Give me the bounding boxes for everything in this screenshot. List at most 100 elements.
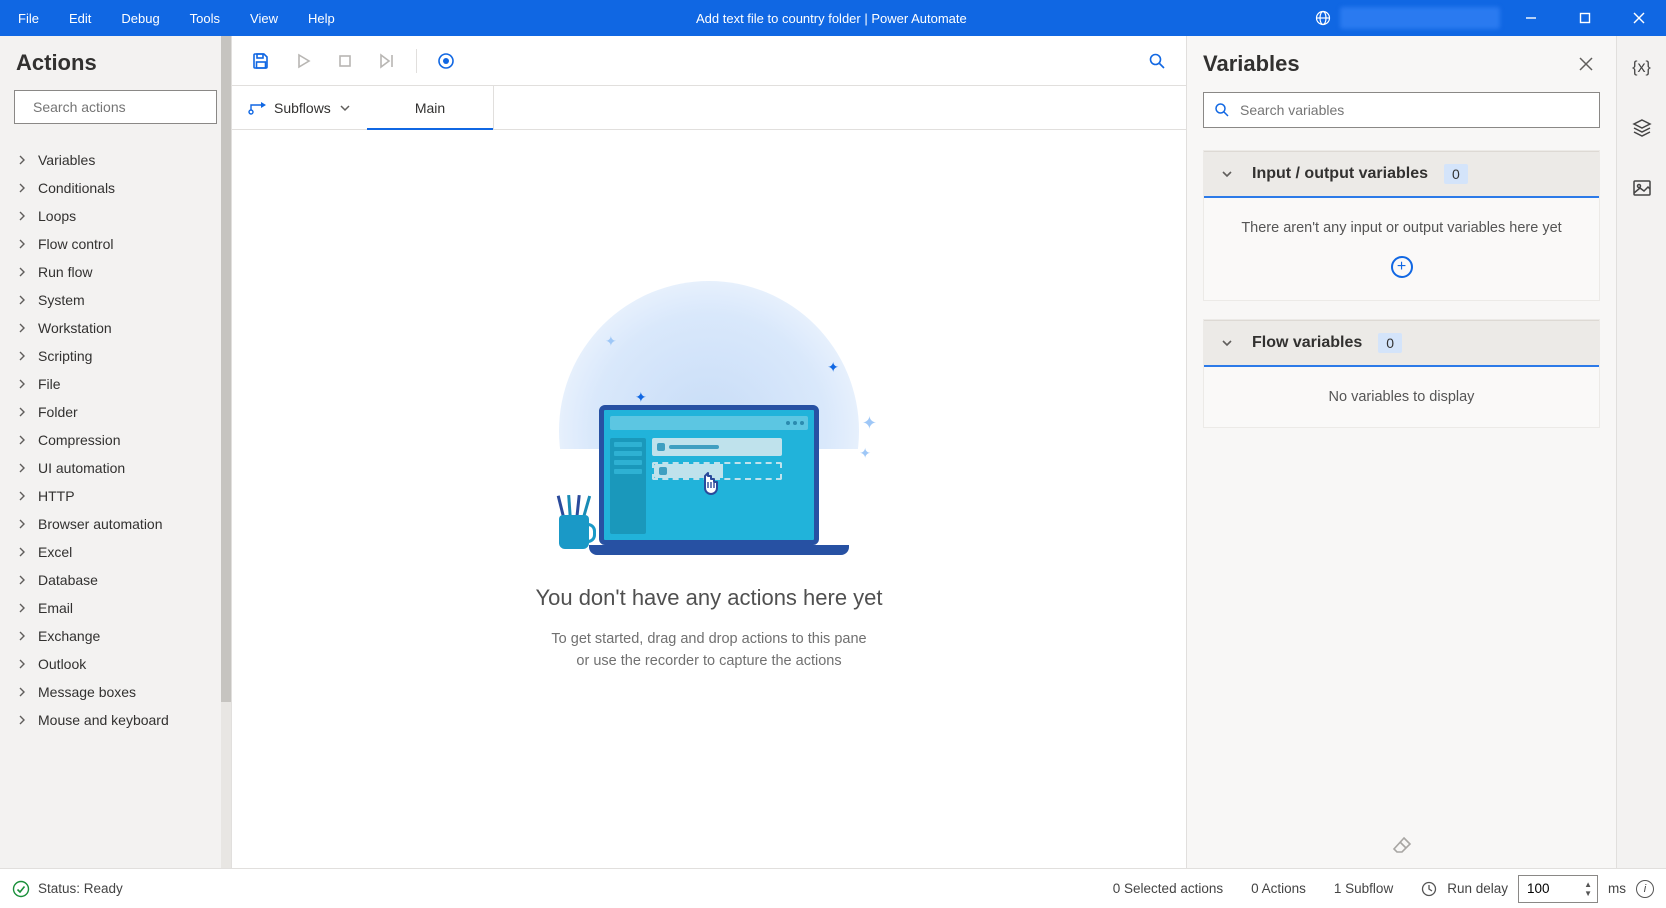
step-button[interactable] (370, 44, 404, 78)
actions-search-input[interactable] (33, 99, 214, 115)
action-category[interactable]: Browser automation (14, 510, 217, 538)
chevron-right-icon (16, 211, 28, 221)
action-category-label: UI automation (38, 460, 125, 476)
action-category-label: Mouse and keyboard (38, 712, 169, 728)
toolbar (232, 36, 1186, 86)
menu-tools[interactable]: Tools (176, 5, 234, 32)
action-category[interactable]: Message boxes (14, 678, 217, 706)
chevron-right-icon (16, 463, 28, 473)
maximize-button[interactable] (1562, 0, 1608, 36)
chevron-right-icon (16, 603, 28, 613)
add-io-variable-button[interactable]: + (1391, 256, 1413, 278)
menu-edit[interactable]: Edit (55, 5, 105, 32)
menu-file[interactable]: File (4, 5, 53, 32)
chevron-down-icon (1220, 167, 1236, 181)
chevron-down-icon (1220, 336, 1236, 350)
action-category-label: Outlook (38, 656, 86, 672)
status-ok-icon (12, 880, 30, 898)
action-category[interactable]: UI automation (14, 454, 217, 482)
action-category[interactable]: Compression (14, 426, 217, 454)
menu-view[interactable]: View (236, 5, 292, 32)
variables-search[interactable] (1203, 92, 1600, 128)
chevron-right-icon (16, 351, 28, 361)
search-flow-button[interactable] (1140, 44, 1174, 78)
status-text: Status: Ready (38, 881, 123, 896)
run-delay-label: Run delay (1447, 881, 1508, 896)
action-category-label: Browser automation (38, 516, 163, 532)
info-icon[interactable]: i (1636, 880, 1654, 898)
run-delay-input[interactable]: ▲▼ (1518, 875, 1598, 903)
chevron-right-icon (16, 155, 28, 165)
close-variables-button[interactable] (1572, 50, 1600, 78)
globe-icon[interactable] (1314, 9, 1332, 27)
action-category-label: Workstation (38, 320, 112, 336)
action-category[interactable]: Exchange (14, 622, 217, 650)
save-button[interactable] (244, 44, 278, 78)
chevron-down-icon (339, 102, 351, 114)
action-category[interactable]: Scripting (14, 342, 217, 370)
canvas[interactable]: ✦✦✦✦✦ (232, 130, 1186, 868)
action-category-label: Scripting (38, 348, 92, 364)
close-button[interactable] (1616, 0, 1662, 36)
io-variables-header[interactable]: Input / output variables 0 (1204, 151, 1599, 198)
io-variables-count: 0 (1444, 164, 1468, 184)
action-category[interactable]: HTTP (14, 482, 217, 510)
chevron-right-icon (16, 239, 28, 249)
minimize-button[interactable] (1508, 0, 1554, 36)
chevron-right-icon (16, 407, 28, 417)
flow-variables-header[interactable]: Flow variables 0 (1204, 320, 1599, 367)
action-category[interactable]: System (14, 286, 217, 314)
account-info[interactable] (1340, 7, 1500, 29)
chevron-right-icon (16, 575, 28, 585)
chevron-right-icon (16, 659, 28, 669)
action-category[interactable]: Email (14, 594, 217, 622)
menubar: File Edit Debug Tools View Help (4, 5, 349, 32)
tab-main[interactable]: Main (367, 86, 494, 129)
subflows-icon (248, 101, 266, 115)
action-category[interactable]: Workstation (14, 314, 217, 342)
flow-empty-text: No variables to display (1216, 389, 1587, 405)
variables-rail-button[interactable]: {x} (1624, 50, 1660, 86)
action-category[interactable]: File (14, 370, 217, 398)
action-category[interactable]: Outlook (14, 650, 217, 678)
action-category-label: Email (38, 600, 73, 616)
subflows-dropdown[interactable]: Subflows (232, 86, 367, 129)
action-category-label: System (38, 292, 85, 308)
action-category-label: Conditionals (38, 180, 115, 196)
actions-search[interactable] (14, 90, 217, 124)
run-delay-value[interactable] (1527, 881, 1571, 896)
action-category[interactable]: Database (14, 566, 217, 594)
flow-variables-count: 0 (1378, 333, 1402, 353)
variables-panel: Variables Input / output variables 0 The… (1186, 36, 1616, 868)
actions-list[interactable]: Variables Conditionals LoopsFlow controlRu… (14, 146, 217, 868)
scrollbar[interactable] (221, 36, 231, 868)
layers-rail-button[interactable] (1624, 110, 1660, 146)
action-category-label: Folder (38, 404, 78, 420)
chevron-right-icon (16, 547, 28, 557)
empty-title: You don't have any actions here yet (535, 585, 882, 611)
action-category[interactable]: Flow control (14, 230, 217, 258)
action-category[interactable]: Folder (14, 398, 217, 426)
stop-button[interactable] (328, 44, 362, 78)
action-category-label: Database (38, 572, 98, 588)
clear-button[interactable] (1392, 836, 1412, 854)
selected-actions-count: 0 Selected actions (1113, 881, 1223, 896)
menu-help[interactable]: Help (294, 5, 349, 32)
tabbar: Subflows Main (232, 86, 1186, 130)
action-category[interactable]: Run flow (14, 258, 217, 286)
delay-up[interactable]: ▲ (1581, 880, 1595, 889)
action-category[interactable]: Conditionals (14, 174, 217, 202)
variables-search-input[interactable] (1240, 102, 1589, 118)
recorder-button[interactable] (429, 44, 463, 78)
run-button[interactable] (286, 44, 320, 78)
action-category[interactable]: Loops (14, 202, 217, 230)
images-rail-button[interactable] (1624, 170, 1660, 206)
delay-down[interactable]: ▼ (1581, 889, 1595, 898)
chevron-right-icon (16, 379, 28, 389)
action-category[interactable]: Excel (14, 538, 217, 566)
action-category[interactable]: Mouse and keyboard (14, 706, 217, 734)
empty-subtitle: To get started, drag and drop actions to… (551, 629, 866, 673)
chevron-right-icon (16, 491, 28, 501)
action-category[interactable]: Variables (14, 146, 217, 174)
menu-debug[interactable]: Debug (107, 5, 173, 32)
